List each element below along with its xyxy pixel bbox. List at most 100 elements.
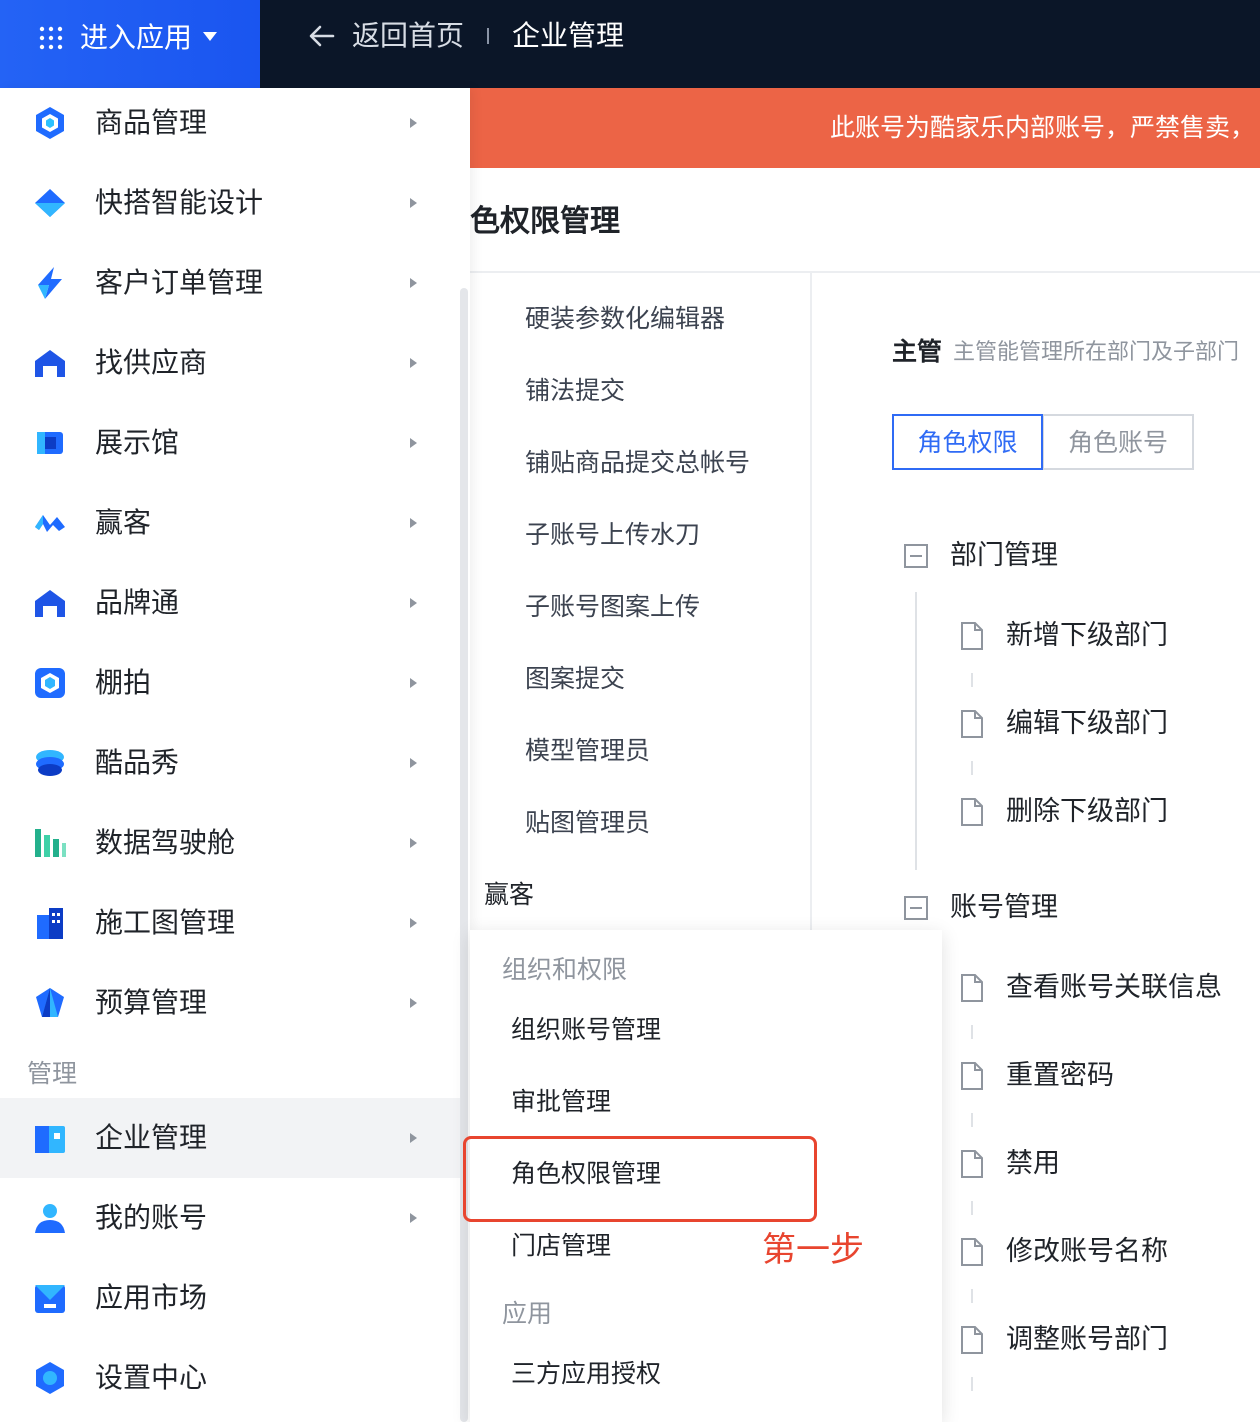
role-item[interactable]: 贴图管理员 (525, 805, 650, 841)
tree-leaf[interactable]: 删除下级部门 (1006, 792, 1168, 832)
sidebar-item-kupinxiu[interactable]: 酷品秀 (0, 723, 462, 803)
tree-leaf[interactable]: 新增下级部门 (1006, 616, 1168, 656)
breadcrumb-separator (487, 28, 489, 44)
enter-app-label: 进入应用 (80, 21, 193, 54)
page-title: 色权限管理 (470, 204, 620, 239)
sidebar: 商品管理 快搭智能设计 客户订单管理 找供应商 展示馆 赢客 品牌通 棚拍 酷品 (0, 88, 470, 1422)
house-icon (35, 350, 65, 377)
hexagon-icon (36, 107, 64, 139)
caret-down-icon (203, 32, 217, 41)
chevron-right-icon (410, 1133, 417, 1143)
sidebar-item-budget[interactable]: 预算管理 (0, 963, 462, 1043)
role-description: 主管能管理所在部门及子部门 (953, 340, 1240, 365)
submenu-item-third-party-auth[interactable]: 三方应用授权 (511, 1356, 661, 1392)
file-icon (961, 974, 983, 1002)
tree-node-dept: 部门管理 (950, 540, 1058, 571)
sidebar-item-yingke[interactable]: 赢客 (0, 483, 462, 563)
sidebar-item-construction[interactable]: 施工图管理 (0, 883, 462, 963)
store-icon (35, 1285, 65, 1313)
submenu-item-store[interactable]: 门店管理 (511, 1228, 611, 1264)
app-grid-icon (39, 26, 63, 50)
sidebar-item-data-cockpit[interactable]: 数据驾驶舱 (0, 803, 462, 883)
file-icon (961, 1150, 983, 1178)
collapse-icon[interactable] (904, 896, 928, 920)
role-item[interactable]: 子账号图案上传 (525, 589, 700, 625)
chevron-right-icon (410, 838, 417, 848)
tree-leaf[interactable]: 查看账号关联信息 (1006, 968, 1222, 1008)
sidebar-item-label: 品牌通 (95, 586, 180, 619)
chevron-right-icon (410, 998, 417, 1008)
sidebar-scrollbar[interactable] (460, 288, 468, 1422)
tree-leaf[interactable]: 重置密码 (1006, 1056, 1114, 1096)
submenu-item-org-account[interactable]: 组织账号管理 (511, 1012, 661, 1048)
cube-icon (37, 432, 63, 454)
tree-tick (971, 1377, 973, 1391)
role-item[interactable]: 硬装参数化编辑器 (525, 301, 725, 337)
sidebar-item-settings[interactable]: 设置中心 (0, 1338, 462, 1418)
role-item[interactable]: 铺贴商品提交总帐号 (525, 445, 750, 481)
file-icon (961, 710, 983, 738)
tree-leaf[interactable]: 禁用 (1006, 1144, 1060, 1184)
sidebar-item-label: 我的账号 (95, 1201, 208, 1234)
tree-tick (971, 1289, 973, 1303)
sidebar-item-my-account[interactable]: 我的账号 (0, 1178, 462, 1258)
sidebar-item-showroom[interactable]: 展示馆 (0, 403, 462, 483)
sidebar-group-title: 管理 (27, 1059, 78, 1088)
chevron-right-icon (410, 118, 417, 128)
sidebar-item-suppliers[interactable]: 找供应商 (0, 323, 462, 403)
top-bar: 进入应用 返回首页 企业管理 (0, 0, 1260, 88)
tab-role-permission[interactable]: 角色权限 (892, 414, 1043, 470)
sidebar-item-enterprise[interactable]: 企业管理 (0, 1098, 462, 1178)
sidebar-item-label: 快搭智能设计 (95, 186, 264, 219)
role-item[interactable]: 模型管理员 (525, 733, 650, 769)
chevron-right-icon (410, 678, 417, 688)
file-icon (961, 622, 983, 650)
chevron-right-icon (410, 598, 417, 608)
role-item[interactable]: 子账号上传水刀 (525, 517, 700, 553)
back-arrow-icon[interactable] (308, 22, 336, 50)
sidebar-item-products[interactable]: 商品管理 (0, 83, 462, 163)
chevron-right-icon (410, 758, 417, 768)
diamond-icon (35, 189, 65, 217)
sidebar-item-brand[interactable]: 品牌通 (0, 563, 462, 643)
collapse-icon[interactable] (904, 544, 928, 568)
role-group-yingke: 赢客 (484, 880, 535, 909)
tab-role-account[interactable]: 角色账号 (1042, 414, 1194, 470)
house-icon (35, 590, 65, 617)
sidebar-item-orders[interactable]: 客户订单管理 (0, 243, 462, 323)
sidebar-item-label: 赢客 (95, 506, 152, 539)
role-item[interactable]: 铺法提交 (525, 373, 625, 409)
sidebar-item-label: 应用市场 (95, 1281, 208, 1314)
tree-leaf[interactable]: 编辑下级部门 (1006, 704, 1168, 744)
enter-app-button[interactable]: 进入应用 (0, 0, 260, 88)
chevron-right-icon (410, 198, 417, 208)
sidebar-item-label: 棚拍 (95, 666, 152, 699)
sidebar-item-label: 商品管理 (95, 106, 208, 139)
submenu-item-approval[interactable]: 审批管理 (511, 1084, 611, 1120)
sidebar-item-label: 企业管理 (95, 1121, 208, 1154)
sidebar-item-label: 数据驾驶舱 (95, 826, 236, 859)
sidebar-item-label: 客户订单管理 (95, 266, 264, 299)
chevron-right-icon (410, 278, 417, 288)
tree-leaf[interactable]: 调整账号部门 (1006, 1320, 1168, 1360)
sidebar-item-quick-design[interactable]: 快搭智能设计 (0, 163, 462, 243)
role-item[interactable]: 图案提交 (525, 661, 625, 697)
back-home-link[interactable]: 返回首页 (352, 16, 464, 56)
file-icon (961, 798, 983, 826)
submenu-group-title: 应用 (502, 1299, 553, 1328)
building-icon (37, 908, 63, 939)
tree-tick (971, 673, 973, 687)
tree-leaf[interactable]: 修改账号名称 (1006, 1232, 1168, 1272)
sidebar-item-studio[interactable]: 棚拍 (0, 643, 462, 723)
tree-guide-line (915, 592, 917, 870)
role-name: 主管 (892, 337, 943, 366)
bolt-icon (38, 267, 62, 299)
aperture-icon (35, 668, 65, 698)
chevron-right-icon (410, 438, 417, 448)
enterprise-icon (35, 1126, 65, 1153)
chevron-right-icon (410, 1213, 417, 1223)
sidebar-item-label: 找供应商 (95, 346, 208, 379)
sidebar-item-app-market[interactable]: 应用市场 (0, 1258, 462, 1338)
wave-icon (35, 515, 65, 532)
file-icon (961, 1326, 983, 1354)
